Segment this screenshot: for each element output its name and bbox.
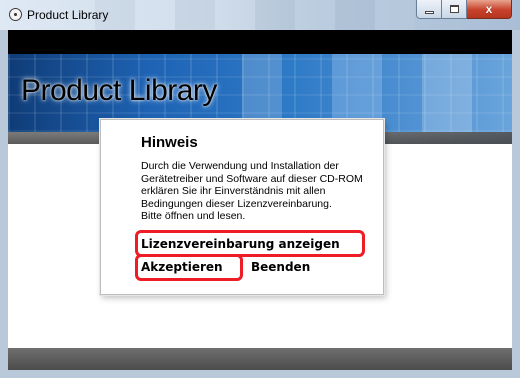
exit-link[interactable]: Beenden [251, 260, 310, 274]
window-frame-right [512, 30, 520, 370]
app-content: Product Library Hinweis Durch die Verwen… [8, 30, 512, 370]
top-bar [8, 30, 512, 54]
minimize-button[interactable] [416, 0, 442, 19]
view-license-link[interactable]: Lizenzvereinbarung anzeigen [141, 237, 340, 251]
window-frame-bottom [0, 370, 520, 378]
maximize-icon [449, 5, 459, 13]
window-frame-left [0, 30, 8, 370]
accept-link[interactable]: Akzeptieren [141, 260, 223, 274]
banner-title: Product Library [21, 74, 217, 107]
dialog-message: Durch die Verwendung und Installation de… [141, 160, 375, 223]
message-line: Gerätetreiber und Software auf dieser CD… [141, 172, 363, 185]
message-line: Durch die Verwendung und Installation de… [141, 160, 339, 172]
message-line: Bedingungen dieser Lizenzvereinbarung. [141, 197, 332, 210]
close-icon: x [485, 2, 493, 16]
window-title: Product Library [27, 8, 109, 22]
message-line: erklären Sie ihr Einverständnis mit alle… [141, 185, 326, 197]
footer-bar [8, 348, 512, 370]
app-icon [9, 8, 22, 21]
maximize-button[interactable] [442, 0, 467, 19]
window-controls: x [416, 0, 512, 20]
message-line: Bitte öffnen und lesen. [141, 210, 246, 222]
close-button[interactable]: x [467, 0, 512, 19]
title-bar[interactable]: Product Library x [0, 0, 520, 30]
notice-dialog: Hinweis Durch die Verwendung und Install… [100, 119, 384, 295]
minimize-icon [424, 10, 434, 14]
dialog-heading: Hinweis [141, 134, 198, 151]
